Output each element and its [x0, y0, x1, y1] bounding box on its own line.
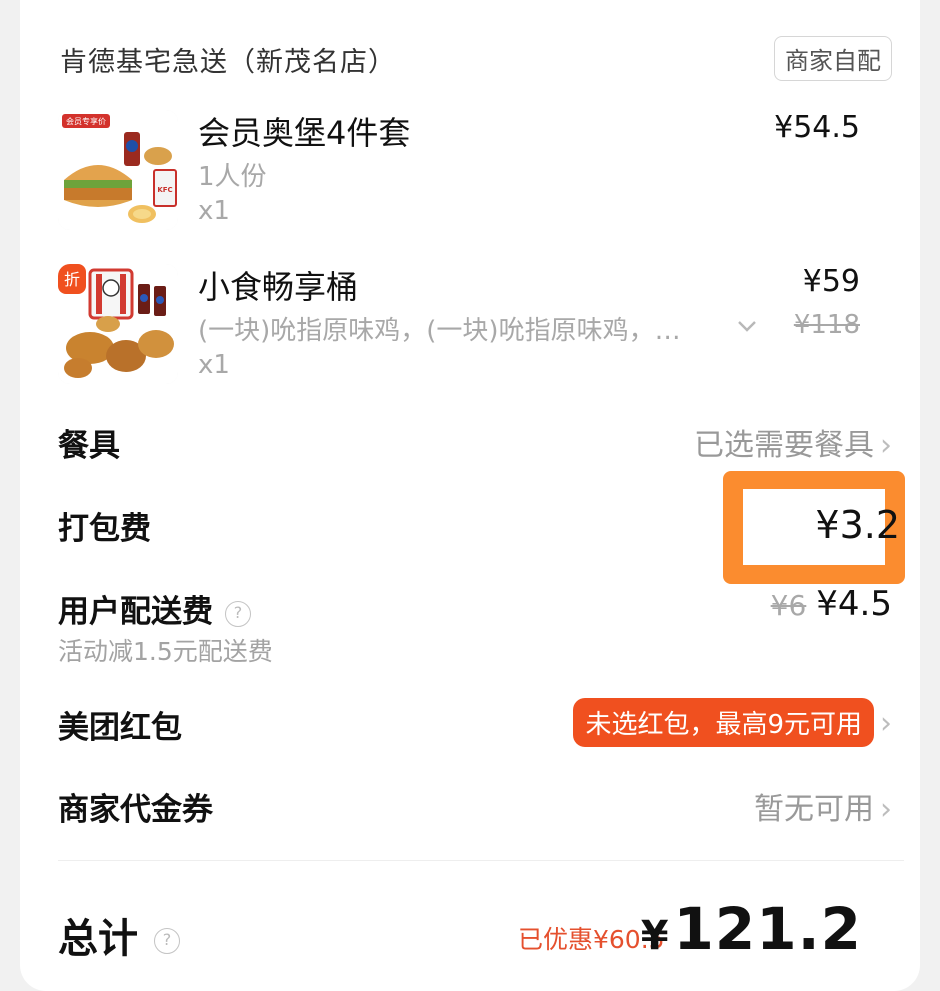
help-icon[interactable]: ? — [154, 928, 180, 954]
voucher-label: 商家代金券 — [58, 792, 213, 828]
item-name: 会员奥堡4件套 — [198, 114, 411, 152]
delivery-fee-original: ¥6 — [770, 589, 807, 622]
store-name: 肯德基宅急送（新茂名店） — [60, 47, 396, 78]
item-price: ¥59 — [802, 264, 860, 299]
item-contents: (一块)吮指原味鸡，(一块)吮指原味鸡，… — [198, 316, 681, 346]
delivery-fee-note: 活动减1.5元配送费 — [58, 637, 273, 666]
divider — [58, 860, 904, 861]
total-amount: ¥121.2 — [641, 895, 862, 963]
item-quantity: x1 — [198, 196, 230, 226]
total-amount-value: 121.2 — [673, 895, 862, 963]
packing-fee-label: 打包费 — [58, 511, 151, 547]
item-original-price: ¥118 — [793, 310, 860, 340]
packing-fee-value: ¥3.2 — [815, 503, 900, 547]
discount-badge: 折 — [64, 270, 80, 289]
voucher-value: 暂无可用 — [754, 792, 874, 827]
tableware-value: 已选需要餐具 — [694, 428, 874, 463]
delivery-fee-row: 用户配送费? ¥6 ¥4.5 活动减1.5元配送费 — [58, 584, 892, 666]
kfc-bucket-image: 折 — [58, 264, 178, 384]
chevron-right-icon: › — [880, 428, 892, 463]
delivery-type-tag: 商家自配 — [774, 36, 892, 81]
redpacket-label: 美团红包 — [58, 710, 182, 746]
item-price: ¥54.5 — [774, 110, 860, 145]
delivery-fee-value: ¥4.5 — [816, 584, 892, 624]
item-portion: 1人份 — [198, 162, 267, 192]
tableware-label: 餐具 — [58, 428, 120, 464]
chevron-right-icon: › — [880, 706, 892, 741]
chevron-right-icon: › — [880, 792, 892, 827]
redpacket-available-pill[interactable]: 未选红包，最高9元可用 — [573, 698, 874, 747]
member-price-badge: 会员专享价 — [66, 116, 106, 126]
svg-text:KFC: KFC — [157, 186, 172, 194]
delivery-fee-label: 用户配送费 — [58, 594, 213, 630]
item-quantity: x1 — [198, 350, 230, 380]
help-icon[interactable]: ? — [225, 600, 251, 627]
packing-fee-row: 打包费 — [58, 503, 892, 553]
redpacket-row[interactable]: 美团红包 未选红包，最高9元可用 › — [58, 698, 892, 752]
tableware-row[interactable]: 餐具 已选需要餐具 › — [58, 420, 892, 470]
kfc-burger-combo-image: 会员专享价 KFC — [58, 110, 178, 230]
order-item[interactable]: 折 小食畅享桶 (一块)吮指原味鸡，(一块)吮指原味鸡，… x1 ¥59 ¥11… — [58, 264, 878, 384]
total-label: 总计? — [58, 906, 180, 964]
voucher-row[interactable]: 商家代金券 暂无可用 › — [58, 784, 892, 834]
store-header: 肯德基宅急送（新茂名店） 商家自配 — [60, 36, 892, 81]
chevron-down-icon[interactable] — [736, 314, 758, 339]
currency-symbol: ¥ — [640, 913, 670, 959]
total-label-text: 总计 — [58, 916, 138, 962]
item-name: 小食畅享桶 — [198, 268, 359, 306]
order-item[interactable]: 会员专享价 KFC 会员奥堡4件套 1人份 x1 ¥54.5 — [58, 110, 878, 230]
